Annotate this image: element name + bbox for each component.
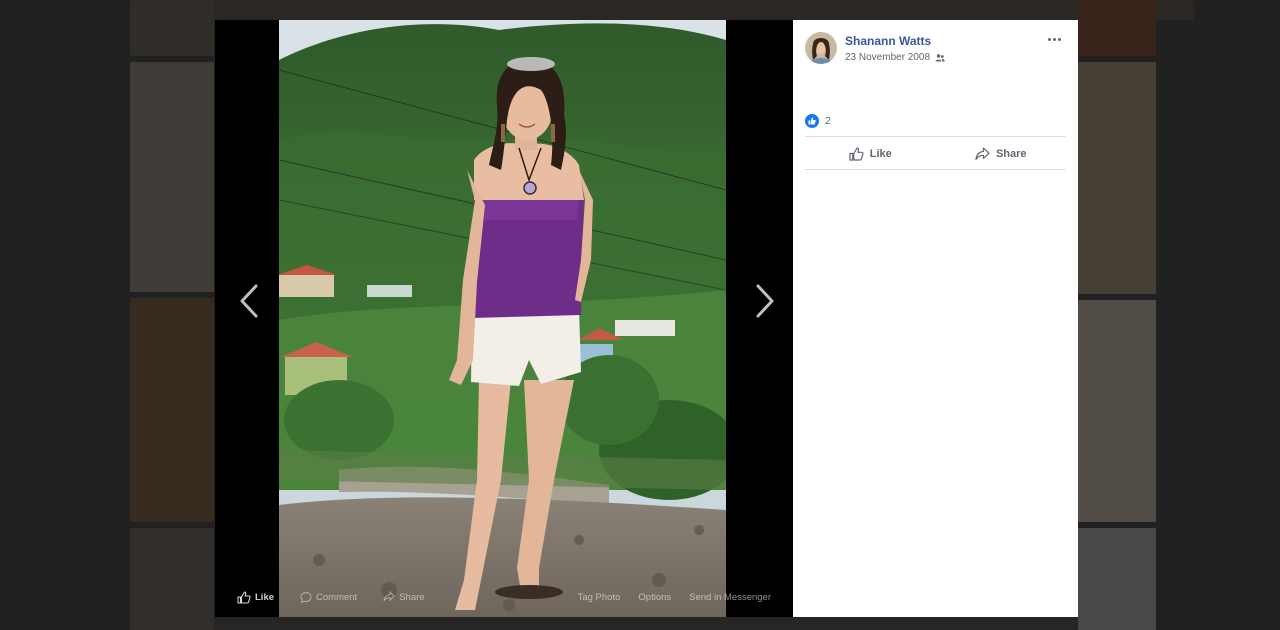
thumbs-up-icon [237,590,251,604]
post-date[interactable]: 23 November 2008 [845,52,930,63]
next-photo-button[interactable] [747,278,783,324]
profile-photo [805,32,837,64]
chevron-left-icon [240,284,258,318]
more-dot [1053,37,1056,41]
more-options-button[interactable] [1048,34,1064,44]
more-dot [1048,37,1051,41]
photo[interactable] [279,20,726,617]
photo-share-button[interactable]: Share [383,591,425,603]
post-author-link[interactable]: Shanann Watts [845,34,945,48]
send-in-messenger-button[interactable]: Send in Messenger [689,592,771,603]
chevron-right-icon [756,284,774,318]
share-button[interactable]: Share [936,139,1067,169]
post-header: Shanann Watts 23 November 2008 [805,32,945,64]
tag-photo-button[interactable]: Tag Photo [578,592,621,603]
reaction-summary[interactable]: 2 [805,114,831,128]
photo-comment-button[interactable]: Comment [300,591,357,603]
previous-photo-button[interactable] [231,278,267,324]
options-button[interactable]: Options [638,592,671,603]
more-dot [1058,37,1061,41]
photo-action-bar: Like Comment Share Tag Photo Options Sen… [215,577,793,617]
share-icon [383,591,395,602]
photo-share-label: Share [399,591,425,603]
photo-like-button[interactable]: Like [237,590,275,604]
comment-icon [300,592,312,603]
photo-comment-label: Comment [316,591,358,603]
like-label: Like [869,148,892,160]
divider [805,136,1066,137]
like-reaction-icon [805,114,819,128]
avatar[interactable] [805,32,837,64]
thumbs-up-icon [849,147,864,161]
reaction-count: 2 [825,115,831,127]
share-label: Share [995,148,1027,160]
like-button[interactable]: Like [805,139,936,169]
friends-icon[interactable] [935,53,945,62]
photo-image [279,20,726,617]
photo-theater: Like Comment Share Tag Photo Options Sen… [215,20,793,617]
share-icon [975,147,990,161]
photo-like-label: Like [255,591,275,603]
divider [805,169,1066,170]
post-actions: Like Share [805,139,1066,169]
post-side-panel: Shanann Watts 23 November 2008 2 Like Sh… [793,20,1078,617]
